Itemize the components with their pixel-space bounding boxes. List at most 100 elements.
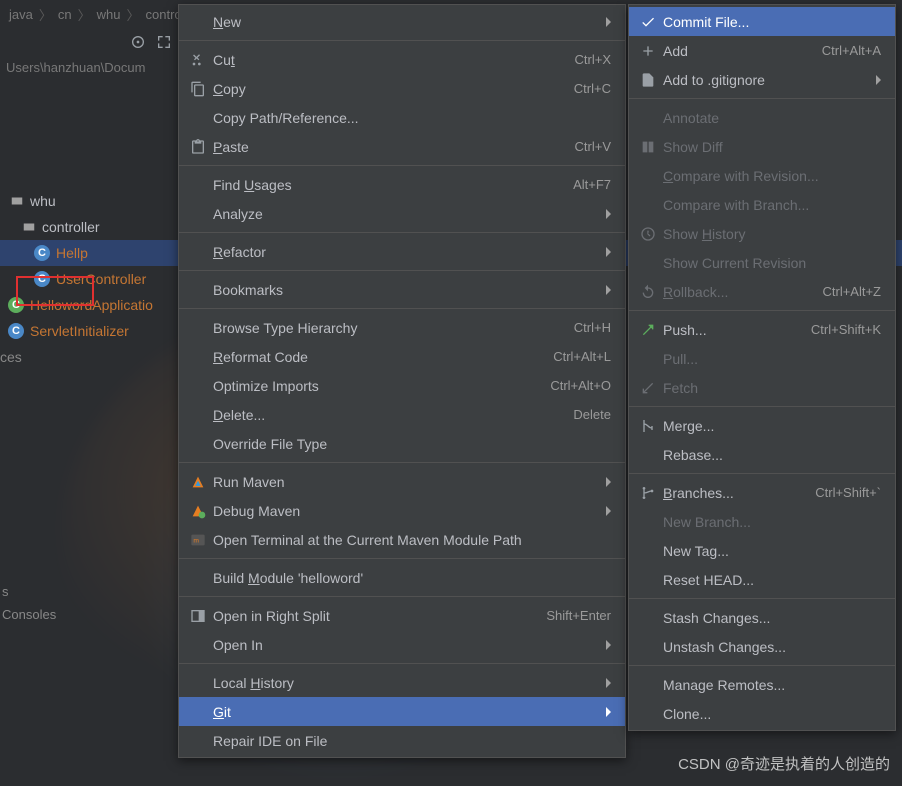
package-icon bbox=[22, 220, 36, 234]
bc-java[interactable]: java bbox=[6, 7, 36, 22]
menu-delete[interactable]: Delete... Delete bbox=[179, 400, 625, 429]
tree-label: ces bbox=[0, 349, 22, 365]
git-add[interactable]: Add Ctrl+Alt+A bbox=[629, 36, 895, 65]
expand-icon[interactable] bbox=[156, 34, 172, 50]
git-pull: Pull... bbox=[629, 344, 895, 373]
menu-bookmarks[interactable]: Bookmarks bbox=[179, 275, 625, 304]
split-icon bbox=[189, 608, 207, 624]
git-show-history: Show History bbox=[629, 219, 895, 248]
tree-label: Hellp bbox=[56, 245, 88, 261]
menu-separator bbox=[179, 232, 625, 233]
git-compare-branch: Compare with Branch... bbox=[629, 190, 895, 219]
menu-label: Fetch bbox=[657, 380, 698, 396]
maven-debug-icon bbox=[189, 503, 207, 519]
menu-separator bbox=[179, 462, 625, 463]
menu-label: Show History bbox=[657, 226, 746, 242]
menu-label: Analyze bbox=[207, 206, 263, 222]
menu-copy-path[interactable]: Copy Path/Reference... bbox=[179, 103, 625, 132]
menu-run-maven[interactable]: Run Maven bbox=[179, 467, 625, 496]
watermark: CSDN @奇迹是执着的人创造的 bbox=[678, 753, 890, 774]
shortcut: Ctrl+X bbox=[575, 52, 611, 67]
class-icon: C bbox=[34, 245, 50, 261]
menu-find-usages[interactable]: Find Usages Alt+F7 bbox=[179, 170, 625, 199]
git-stash[interactable]: Stash Changes... bbox=[629, 603, 895, 632]
git-merge[interactable]: Merge... bbox=[629, 411, 895, 440]
menu-browse-hierarchy[interactable]: Browse Type Hierarchy Ctrl+H bbox=[179, 313, 625, 342]
menu-label: Reformat Code bbox=[207, 349, 308, 365]
submenu-arrow-icon bbox=[606, 707, 611, 717]
menu-label: Branches... bbox=[657, 485, 734, 501]
git-unstash[interactable]: Unstash Changes... bbox=[629, 632, 895, 661]
menu-open-terminal-maven[interactable]: m Open Terminal at the Current Maven Mod… bbox=[179, 525, 625, 554]
menu-label: Open In bbox=[207, 637, 263, 653]
git-add-gitignore[interactable]: Add to .gitignore bbox=[629, 65, 895, 94]
shortcut: Ctrl+H bbox=[574, 320, 611, 335]
menu-label: Rebase... bbox=[657, 447, 723, 463]
menu-analyze[interactable]: Analyze bbox=[179, 199, 625, 228]
menu-cut[interactable]: Cut Ctrl+X bbox=[179, 45, 625, 74]
submenu-arrow-icon bbox=[606, 477, 611, 487]
git-commit[interactable]: Commit File... bbox=[629, 7, 895, 36]
git-show-current-revision: Show Current Revision bbox=[629, 248, 895, 277]
menu-label: Compare with Branch... bbox=[657, 197, 809, 213]
menu-separator bbox=[179, 308, 625, 309]
submenu-arrow-icon bbox=[606, 247, 611, 257]
shortcut: Ctrl+V bbox=[575, 139, 611, 154]
menu-label: Optimize Imports bbox=[207, 378, 319, 394]
git-rebase[interactable]: Rebase... bbox=[629, 440, 895, 469]
menu-label: Paste bbox=[207, 139, 249, 155]
menu-build-module[interactable]: Build Module 'helloword' bbox=[179, 563, 625, 592]
context-menu[interactable]: New Cut Ctrl+X Copy Ctrl+C Copy Path/Ref… bbox=[178, 4, 626, 758]
menu-new[interactable]: New bbox=[179, 7, 625, 36]
menu-open-right-split[interactable]: Open in Right Split Shift+Enter bbox=[179, 601, 625, 630]
git-new-tag[interactable]: New Tag... bbox=[629, 536, 895, 565]
bc-cn[interactable]: cn bbox=[55, 7, 75, 22]
menu-separator bbox=[629, 406, 895, 407]
menu-label: Commit File... bbox=[657, 14, 749, 30]
menu-reformat[interactable]: Reformat Code Ctrl+Alt+L bbox=[179, 342, 625, 371]
menu-paste[interactable]: Paste Ctrl+V bbox=[179, 132, 625, 161]
shortcut: Ctrl+Alt+L bbox=[553, 349, 611, 364]
menu-label: Git bbox=[207, 704, 231, 720]
git-clone[interactable]: Clone... bbox=[629, 699, 895, 728]
submenu-arrow-icon bbox=[606, 17, 611, 27]
fetch-icon bbox=[639, 380, 657, 396]
git-reset-head[interactable]: Reset HEAD... bbox=[629, 565, 895, 594]
shortcut: Ctrl+Alt+Z bbox=[822, 284, 881, 299]
target-icon[interactable] bbox=[130, 34, 146, 50]
menu-copy[interactable]: Copy Ctrl+C bbox=[179, 74, 625, 103]
menu-separator bbox=[629, 598, 895, 599]
diff-icon bbox=[639, 139, 657, 155]
git-annotate: Annotate bbox=[629, 103, 895, 132]
svg-text:m: m bbox=[193, 537, 199, 544]
bottom-labels: s Consoles bbox=[0, 580, 58, 626]
git-submenu[interactable]: Commit File... Add Ctrl+Alt+A Add to .gi… bbox=[628, 4, 896, 731]
git-push[interactable]: Push... Ctrl+Shift+K bbox=[629, 315, 895, 344]
git-manage-remotes[interactable]: Manage Remotes... bbox=[629, 670, 895, 699]
maven-icon bbox=[189, 474, 207, 490]
menu-label: Bookmarks bbox=[207, 282, 283, 298]
git-branches[interactable]: Branches... Ctrl+Shift+` bbox=[629, 478, 895, 507]
menu-optimize-imports[interactable]: Optimize Imports Ctrl+Alt+O bbox=[179, 371, 625, 400]
menu-override-filetype[interactable]: Override File Type bbox=[179, 429, 625, 458]
bot-s: s bbox=[0, 580, 58, 603]
menu-label: Add to .gitignore bbox=[657, 72, 765, 88]
menu-open-in[interactable]: Open In bbox=[179, 630, 625, 659]
git-compare-revision: Compare with Revision... bbox=[629, 161, 895, 190]
cut-icon bbox=[189, 52, 207, 68]
paste-icon bbox=[189, 139, 207, 155]
push-icon bbox=[639, 322, 657, 338]
menu-refactor[interactable]: Refactor bbox=[179, 237, 625, 266]
rollback-icon bbox=[639, 284, 657, 300]
menu-label: Stash Changes... bbox=[657, 610, 770, 626]
menu-local-history[interactable]: Local History bbox=[179, 668, 625, 697]
menu-git[interactable]: Git bbox=[179, 697, 625, 726]
menu-label: Repair IDE on File bbox=[207, 733, 327, 749]
menu-repair-ide[interactable]: Repair IDE on File bbox=[179, 726, 625, 755]
menu-label: Reset HEAD... bbox=[657, 572, 754, 588]
bc-whu[interactable]: whu bbox=[94, 7, 124, 22]
menu-debug-maven[interactable]: Debug Maven bbox=[179, 496, 625, 525]
menu-label: Show Current Revision bbox=[657, 255, 806, 271]
submenu-arrow-icon bbox=[606, 506, 611, 516]
submenu-arrow-icon bbox=[606, 640, 611, 650]
